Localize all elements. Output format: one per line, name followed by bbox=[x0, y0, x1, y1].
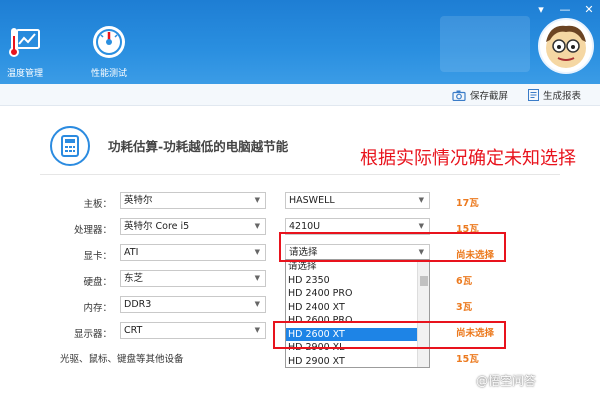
nav-temperature-management[interactable]: 温度管理 bbox=[0, 22, 50, 79]
minimize-icon[interactable]: — bbox=[558, 3, 572, 16]
select-value: ATI bbox=[124, 247, 139, 258]
generate-report-button[interactable]: 生成报表 bbox=[528, 88, 581, 102]
avatar[interactable] bbox=[538, 18, 594, 74]
select-value: DDR3 bbox=[124, 299, 152, 310]
chevron-down-icon: ▼ bbox=[254, 248, 260, 256]
dropdown-option[interactable]: HD 2400 XT bbox=[286, 301, 429, 315]
select-value: 英特尔 bbox=[124, 195, 153, 206]
window-controls: ▾ — ✕ bbox=[534, 3, 596, 16]
dropdown-option[interactable]: HD 2900 XT bbox=[286, 355, 429, 369]
watermark: @悟空问答 bbox=[476, 374, 537, 388]
header-decoration bbox=[440, 16, 530, 72]
highlight-box-monitor bbox=[273, 321, 506, 349]
row-label-monitor: 显示器： bbox=[73, 329, 112, 340]
select-value: CRT bbox=[124, 325, 143, 336]
row-label-disk: 硬盘： bbox=[83, 277, 112, 288]
camera-icon bbox=[452, 90, 466, 101]
disk-brand-select[interactable]: 东芝 ▼ bbox=[120, 270, 266, 287]
select-value: 4210U bbox=[289, 221, 321, 232]
dropdown-option[interactable]: HD 2350 bbox=[286, 274, 429, 288]
row-label-other-devices: 光驱、鼠标、键盘等其他设备 bbox=[60, 354, 184, 365]
gpu-brand-select[interactable]: ATI ▼ bbox=[120, 244, 266, 261]
cartoon-avatar-icon bbox=[546, 25, 586, 68]
speedometer-icon bbox=[89, 22, 129, 62]
chevron-down-icon: ▼ bbox=[254, 196, 260, 204]
row-label-motherboard: 主板： bbox=[83, 199, 112, 210]
save-screenshot-label: 保存截屏 bbox=[470, 91, 509, 102]
annotation-frame bbox=[358, 138, 590, 212]
cpu-brand-select[interactable]: 英特尔 Core i5 ▼ bbox=[120, 218, 266, 235]
select-value: 英特尔 Core i5 bbox=[124, 221, 190, 232]
menu-dropdown-icon[interactable]: ▾ bbox=[534, 3, 548, 16]
dropdown-scrollbar[interactable] bbox=[417, 260, 429, 367]
toolbar: 保存截屏 生成报表 bbox=[0, 84, 600, 106]
dropdown-option[interactable]: HD 2400 PRO bbox=[286, 287, 429, 301]
watt-memory: 3瓦 bbox=[456, 302, 473, 313]
nav-label: 性能测试 bbox=[90, 69, 127, 79]
app-header: ▾ — ✕ 温度管理 性能测试 bbox=[0, 0, 600, 84]
motherboard-brand-select[interactable]: 英特尔 ▼ bbox=[120, 192, 266, 209]
row-label-gpu: 显卡： bbox=[83, 251, 112, 262]
close-icon[interactable]: ✕ bbox=[582, 3, 596, 16]
nav-label: 温度管理 bbox=[6, 69, 43, 79]
monitor-type-select[interactable]: CRT ▼ bbox=[120, 322, 266, 339]
generate-report-label: 生成报表 bbox=[543, 91, 582, 102]
chevron-down-icon: ▼ bbox=[254, 274, 260, 282]
chevron-down-icon: ▼ bbox=[254, 326, 260, 334]
chevron-down-icon: ▼ bbox=[254, 222, 260, 230]
calculator-icon bbox=[50, 126, 90, 166]
watt-disk: 6瓦 bbox=[456, 276, 473, 287]
watt-other-devices: 15瓦 bbox=[456, 354, 479, 365]
main-panel: 功耗估算-功耗越低的电脑越节能 根据实际情况确定未知选择 主板： 英特尔 ▼ HA… bbox=[0, 106, 600, 400]
nav-performance-test[interactable]: 性能测试 bbox=[84, 22, 134, 79]
memory-type-select[interactable]: DDR3 ▼ bbox=[120, 296, 266, 313]
row-label-memory: 内存： bbox=[83, 303, 112, 314]
gpu-model-dropdown-list[interactable]: 请选择 HD 2350 HD 2400 PRO HD 2400 XT HD 26… bbox=[285, 259, 430, 368]
select-value: 东芝 bbox=[124, 273, 144, 284]
row-label-cpu: 处理器： bbox=[73, 225, 112, 236]
thermometer-chart-icon bbox=[5, 22, 45, 62]
highlight-box-gpu bbox=[279, 232, 506, 262]
page-title: 功耗估算-功耗越低的电脑越节能 bbox=[108, 139, 289, 154]
chevron-down-icon: ▼ bbox=[254, 300, 260, 308]
dropdown-option[interactable]: 请选择 bbox=[286, 260, 429, 274]
select-value: HASWELL bbox=[289, 195, 335, 206]
scrollbar-thumb[interactable] bbox=[420, 276, 428, 286]
save-screenshot-button[interactable]: 保存截屏 bbox=[452, 88, 508, 102]
report-icon bbox=[528, 89, 539, 101]
